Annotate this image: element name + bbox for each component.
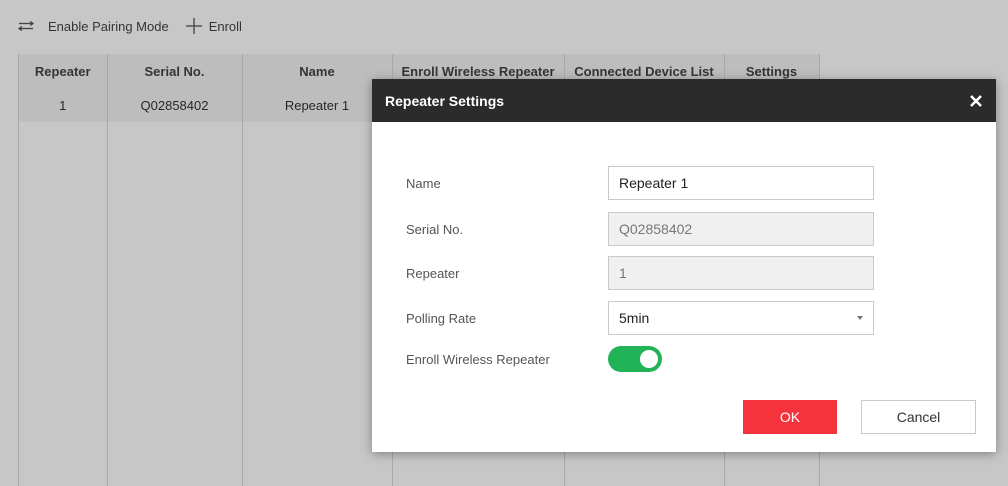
name-field[interactable]: Repeater 1 — [608, 166, 874, 200]
repeater-page: Enable Pairing Mode Enroll Repeater Seri… — [0, 0, 1008, 486]
ok-button[interactable]: OK — [743, 400, 837, 434]
repeater-settings-dialog: Repeater Settings Name Repeater 1 Serial… — [372, 79, 996, 452]
polling-rate-select[interactable]: 5min — [608, 301, 874, 335]
repeater-row: Repeater 1 — [406, 256, 874, 290]
enroll-row: Enroll Wireless Repeater — [406, 346, 662, 372]
cancel-button[interactable]: Cancel — [861, 400, 976, 434]
polling-label: Polling Rate — [406, 310, 477, 326]
repeater-field: 1 — [608, 256, 874, 290]
toggle-knob — [640, 350, 658, 368]
enroll-label: Enroll Wireless Repeater — [406, 351, 550, 367]
polling-rate-value: 5min — [619, 310, 650, 326]
dialog-header: Repeater Settings — [372, 79, 996, 122]
close-icon[interactable] — [968, 93, 984, 109]
dialog-title: Repeater Settings — [385, 92, 505, 109]
serial-label: Serial No. — [406, 221, 464, 237]
polling-row: Polling Rate 5min — [406, 301, 874, 335]
serial-field: Q02858402 — [608, 212, 874, 246]
enroll-toggle[interactable] — [608, 346, 662, 372]
serial-row: Serial No. Q02858402 — [406, 212, 874, 246]
name-label: Name — [406, 175, 441, 191]
chevron-down-icon — [857, 316, 863, 320]
repeater-label: Repeater — [406, 265, 460, 281]
name-row: Name Repeater 1 — [406, 166, 874, 200]
